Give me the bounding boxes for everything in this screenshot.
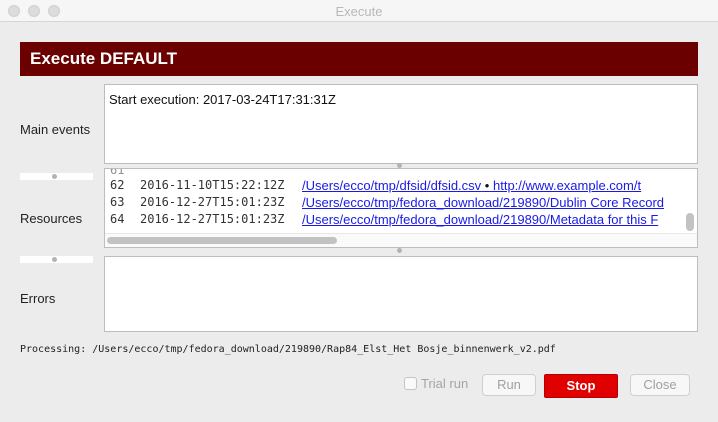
stop-button[interactable]: Stop (544, 374, 618, 398)
row-number: 63 (110, 195, 125, 209)
errors-panel[interactable] (104, 256, 698, 332)
row-timestamp: 2016-12-27T15:01:23Z (140, 212, 285, 226)
errors-label: Errors (20, 291, 56, 306)
resource-path-link[interactable]: /Users/ecco/tmp/fedora_download/219890/D… (302, 195, 664, 210)
checkbox-box[interactable] (404, 377, 417, 390)
vertical-scrollbar[interactable] (686, 213, 694, 231)
row-number: 62 (110, 178, 125, 192)
splitter-handle-icon (52, 257, 57, 262)
row-timestamp: 2016-12-27T15:01:23Z (140, 195, 285, 209)
close-button[interactable]: Close (630, 374, 690, 396)
trial-run-checkbox[interactable]: Trial run (404, 376, 468, 391)
resources-panel[interactable]: 61 62 2016-11-10T15:22:12Z /Users/ecco/t… (104, 168, 698, 248)
run-button[interactable]: Run (482, 374, 536, 396)
resources-errors-splitter[interactable] (20, 256, 93, 263)
processing-status: Processing: /Users/ecco/tmp/fedora_downl… (20, 344, 556, 355)
resource-path-text: /Users/ecco/tmp/dfsid/dfsid.csv (302, 178, 482, 193)
main-events-text: Start execution: 2017-03-24T17:31:31Z (109, 92, 336, 107)
execute-header: Execute DEFAULT (20, 42, 698, 76)
horizontal-scrollbar-track[interactable] (105, 233, 697, 247)
main-events-label: Main events (20, 122, 91, 137)
horizontal-scrollbar-thumb[interactable] (107, 237, 337, 244)
splitter-handle-icon[interactable] (397, 248, 402, 253)
execute-window: Execute Execute DEFAULT Main events Star… (0, 0, 718, 422)
window-title: Execute (335, 4, 383, 19)
resource-url-link[interactable]: http://www.example.com/t (493, 178, 641, 193)
main-resources-splitter[interactable] (20, 173, 93, 180)
resources-label: Resources (20, 211, 83, 226)
splitter-handle-icon (52, 174, 57, 179)
bullet-separator: • (484, 178, 490, 193)
main-events-panel[interactable]: Start execution: 2017-03-24T17:31:31Z (104, 84, 698, 164)
trial-run-label: Trial run (421, 376, 469, 391)
row-number: 64 (110, 212, 125, 226)
row-timestamp: 2016-11-10T15:22:12Z (140, 178, 285, 192)
title-bar: Execute (0, 0, 718, 22)
resource-path-link[interactable]: /Users/ecco/tmp/fedora_download/219890/M… (302, 212, 658, 227)
resource-path-link[interactable]: /Users/ecco/tmp/dfsid/dfsid.csv • http:/… (302, 178, 641, 193)
